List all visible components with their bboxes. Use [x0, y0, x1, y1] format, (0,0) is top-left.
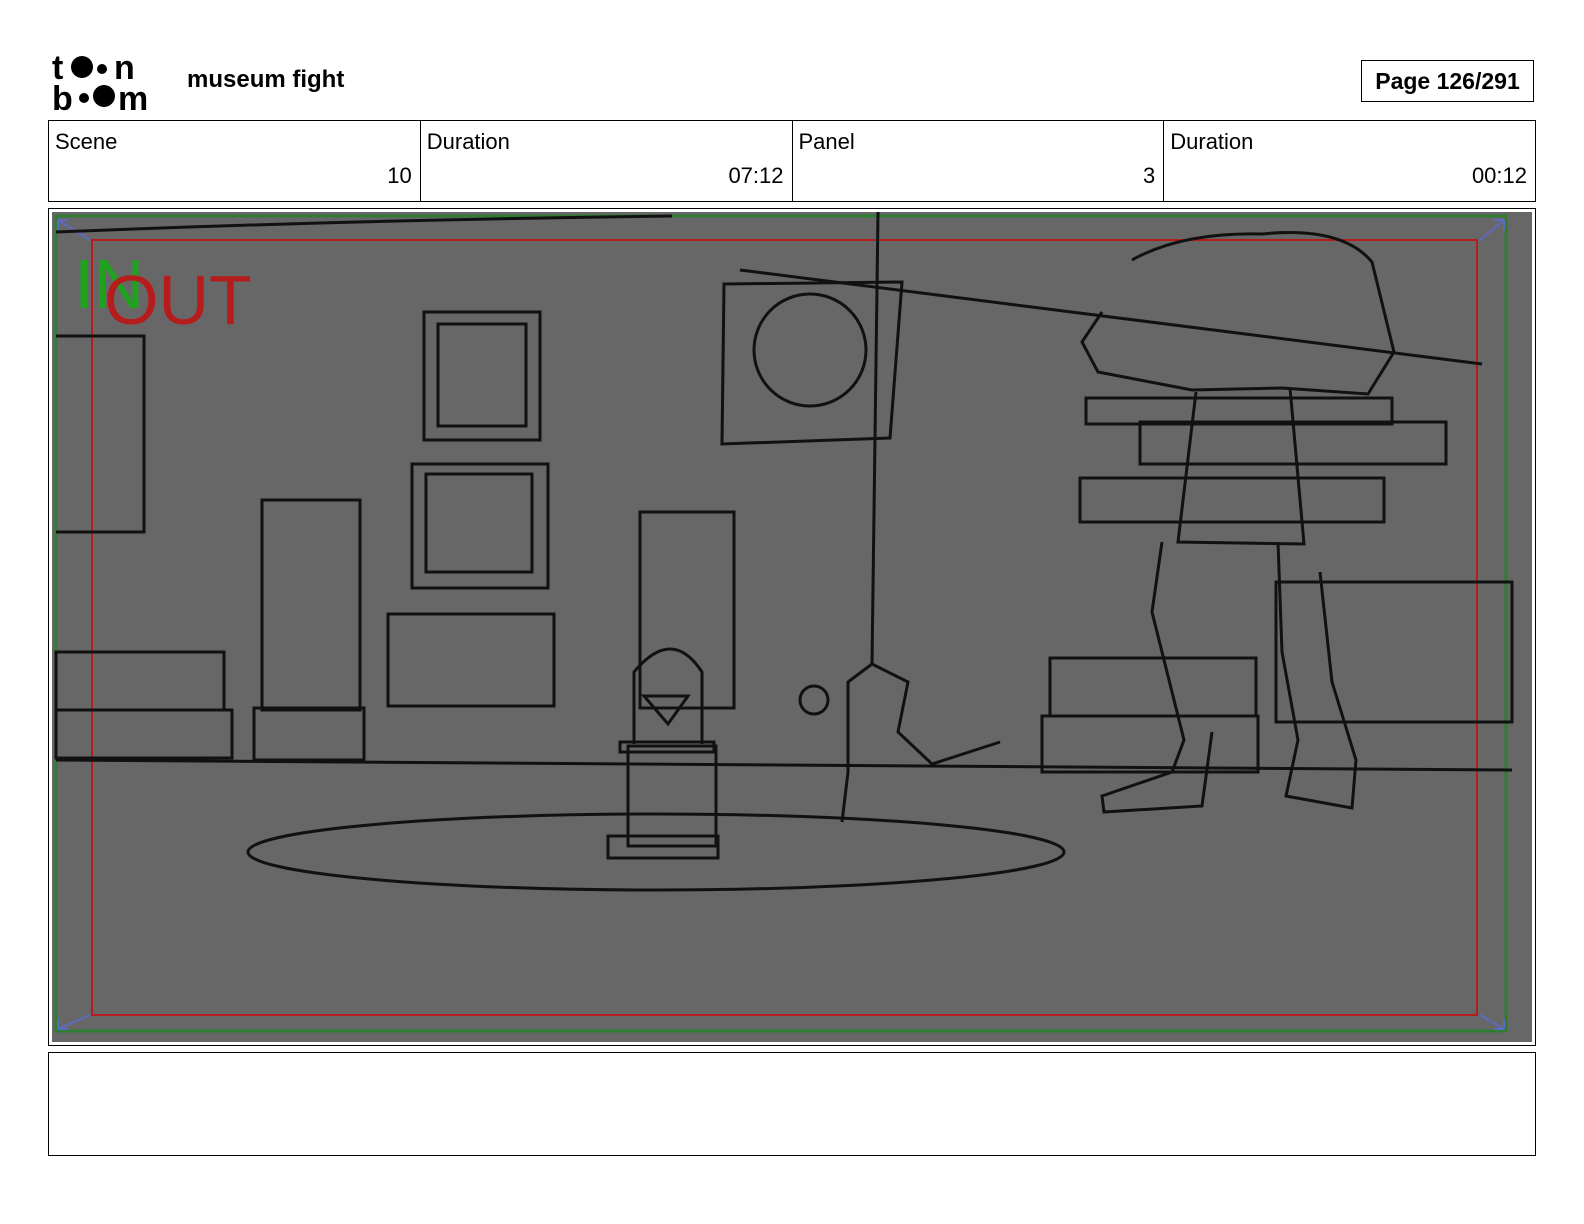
- svg-text:b: b: [52, 80, 73, 112]
- scene-label: Scene: [55, 129, 118, 154]
- scene-cell: Scene 10: [49, 121, 421, 201]
- panel-label: Panel: [798, 129, 855, 154]
- panel-duration-label: Duration: [1170, 129, 1254, 154]
- scene-duration-label: Duration: [426, 129, 510, 154]
- panel-duration-cell: Duration 00:12: [1164, 121, 1535, 201]
- svg-text:m: m: [118, 80, 148, 112]
- toon-boom-logo: t n b m: [52, 50, 148, 112]
- scene-duration-cell: Duration 07:12: [421, 121, 793, 201]
- scene-duration-value: 07:12: [728, 163, 784, 188]
- panel-duration-value: 00:12: [1471, 163, 1527, 188]
- out-marker: OUT: [104, 261, 252, 339]
- page-indicator: Page 126/291: [1361, 60, 1534, 102]
- panel-notes-box[interactable]: [48, 1052, 1536, 1156]
- panel-background: [52, 212, 1532, 1042]
- scene-value: 10: [387, 163, 412, 188]
- project-title: museum fight: [187, 66, 345, 93]
- panel-info-table: Scene 10 Duration 07:12 Panel 3 Duration…: [48, 120, 1536, 202]
- panel-drawing: IN OUT: [52, 212, 1532, 1042]
- panel-value: 3: [1143, 163, 1156, 188]
- panel-cell: Panel 3: [793, 121, 1165, 201]
- storyboard-panel: IN OUT: [48, 208, 1536, 1046]
